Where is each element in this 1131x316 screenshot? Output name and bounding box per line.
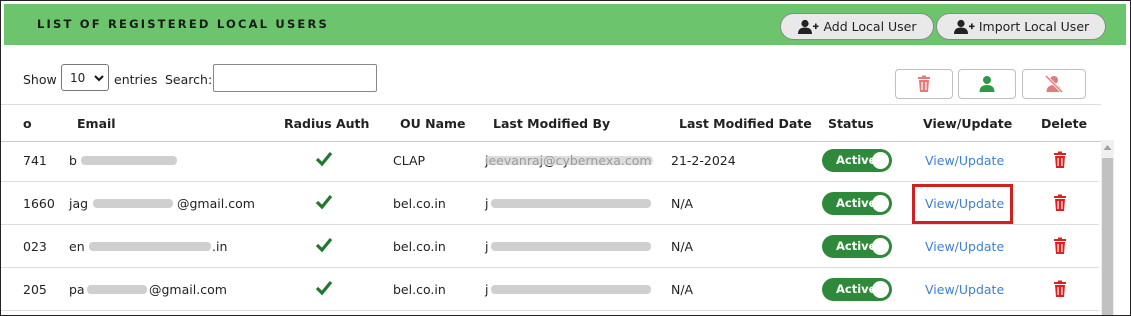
bulk-activate-button[interactable] [958,69,1016,99]
col-view-update[interactable]: View/Update [923,116,1012,131]
highlight-box [912,184,1013,224]
row-modified-date: N/A [671,239,694,254]
status-toggle[interactable]: Active [822,149,892,172]
toggle-knob [872,238,889,255]
table-header: o Email Radius Auth OU Name Last Modifie… [1,104,1101,142]
check-icon [315,194,333,210]
row-number: 741 [23,153,47,168]
panel-header: LIST OF REGISTERED LOCAL USERS Add Local… [4,4,1126,45]
toggle-knob [872,152,889,169]
status-label: Active [836,239,877,253]
page-size-value: 10 [70,71,86,85]
redaction-blur [491,199,651,208]
col-last-modified-by[interactable]: Last Modified By [493,116,610,131]
trash-icon[interactable] [1052,280,1068,298]
add-local-user-button[interactable]: Add Local User [780,13,934,40]
add-user-icon [798,19,819,34]
row-email: pa [69,282,85,297]
status-toggle[interactable]: Active [822,278,892,301]
row-modified-by: j [485,196,489,211]
status-toggle[interactable]: Active [822,235,892,258]
row-ou: bel.co.in [393,196,446,211]
status-label: Active [836,196,877,210]
row-modified-date: N/A [671,282,694,297]
trash-icon[interactable] [1052,151,1068,169]
chevron-down-icon [94,75,104,82]
import-local-user-label: Import Local User [978,19,1090,34]
bulk-delete-button[interactable] [895,69,953,99]
col-delete[interactable]: Delete [1041,116,1087,131]
scroll-up-arrow-icon[interactable] [1103,144,1112,151]
redaction-blur [93,199,173,208]
row-email: b [69,153,77,168]
check-icon [315,237,333,253]
check-icon [315,280,333,296]
view-update-link[interactable]: View/Update [925,153,1004,168]
page-title: LIST OF REGISTERED LOCAL USERS [37,17,330,31]
col-email[interactable]: Email [77,116,116,131]
toggle-knob [872,281,889,298]
row-modified-date: 21-2-2024 [671,153,736,168]
trash-icon[interactable] [1052,237,1068,255]
col-ou-name[interactable]: OU Name [400,116,466,131]
trash-icon [918,75,930,92]
add-user-icon [953,19,975,34]
search-label: Search: [165,72,213,87]
import-local-user-button[interactable]: Import Local User [936,13,1106,40]
redaction-blur [81,156,177,165]
row-number: 1660 [23,196,55,211]
col-radius-auth[interactable]: Radius Auth [284,116,369,131]
trash-icon[interactable] [1052,194,1068,212]
users-panel: LIST OF REGISTERED LOCAL USERS Add Local… [0,0,1131,316]
status-toggle[interactable]: Active [822,192,892,215]
check-icon [315,151,333,167]
table-row: 741 b CLAP jeevanraj@cybernexa.com 21-2-… [1,139,1099,182]
row-email-domain: @gmail.com [149,282,227,297]
row-ou: CLAP [393,153,426,168]
table-row: 023 en .in bel.co.in j N/A Active View/U… [1,225,1099,268]
row-email: jag [69,196,89,211]
page-size-select[interactable]: 10 [61,64,109,91]
add-local-user-label: Add Local User [823,19,917,34]
row-email-domain: @gmail.com [177,196,255,211]
user-icon [979,76,995,92]
redaction-blur [87,285,147,294]
row-modified-by: j [485,239,489,254]
row-ou: bel.co.in [393,239,446,254]
bulk-deactivate-button[interactable] [1022,69,1086,99]
redaction-blur [491,285,651,294]
row-email: en [69,239,85,254]
user-slash-icon [1045,75,1063,93]
row-modified-date: N/A [671,196,694,211]
status-label: Active [836,153,877,167]
row-number: 023 [23,239,47,254]
redaction-blur [491,242,651,251]
row-modified-by: j [485,282,489,297]
entries-label: entries [114,72,158,87]
redaction-blur [89,242,211,251]
status-label: Active [836,282,877,296]
col-last-modified-date[interactable]: Last Modified Date [679,116,812,131]
redaction-blur [485,156,653,165]
row-email-domain: .in [212,239,228,254]
show-label: Show [23,72,57,87]
row-number: 205 [23,282,47,297]
view-update-link[interactable]: View/Update [925,282,1004,297]
col-status[interactable]: Status [828,116,874,131]
search-input[interactable] [213,64,377,92]
row-ou: bel.co.in [393,282,446,297]
col-no[interactable]: o [23,116,32,131]
scrollbar-thumb[interactable] [1102,158,1113,315]
table-row: 205 pa @gmail.com bel.co.in j N/A Active… [1,268,1099,311]
view-update-link[interactable]: View/Update [925,239,1004,254]
toggle-knob [872,195,889,212]
